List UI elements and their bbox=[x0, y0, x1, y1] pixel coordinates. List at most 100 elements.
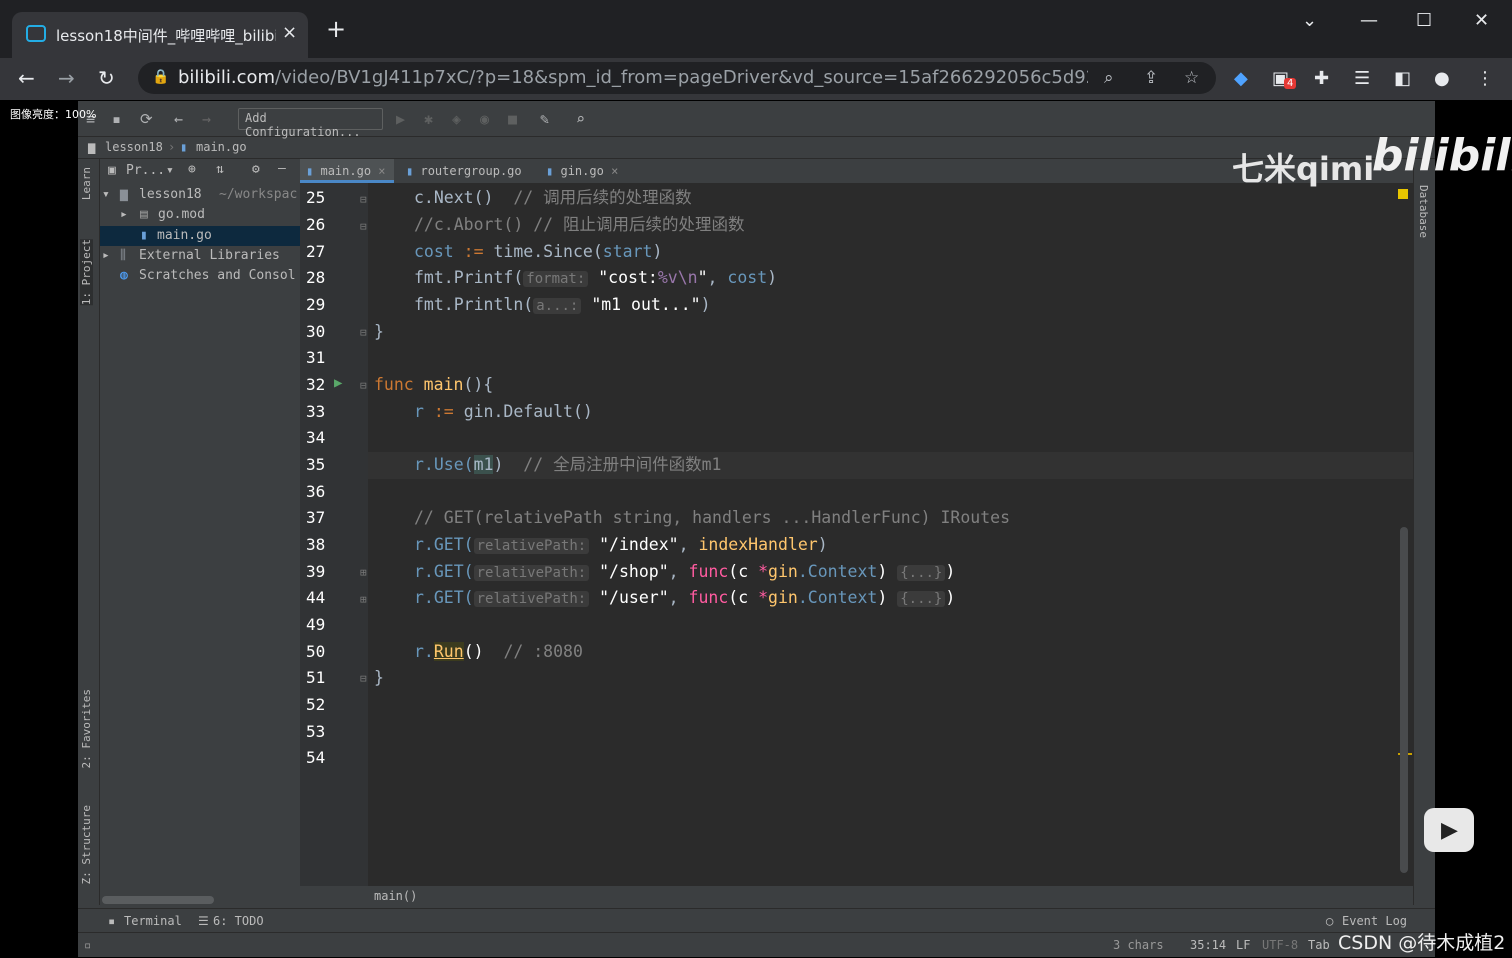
favorites-tool-tab[interactable]: 2: Favorites bbox=[80, 689, 93, 768]
url-host: bilibili.com bbox=[178, 67, 276, 88]
horizontal-scrollbar[interactable] bbox=[102, 896, 214, 904]
tree-item-scratches[interactable]: ◍ Scratches and Consol bbox=[100, 266, 300, 286]
tree-item-lesson18[interactable]: ▾ ▆ lesson18 ~/workspac bbox=[100, 185, 300, 205]
nav-back-icon[interactable]: ← bbox=[174, 110, 183, 128]
project-panel-header: ▣ Pr... ▾ ⊕ ⇅ ⚙ — bbox=[100, 159, 300, 183]
folder-icon: ▆ bbox=[88, 140, 96, 154]
collapsed-arrow-icon[interactable]: ▸ bbox=[102, 246, 110, 266]
close-window-icon[interactable]: ✕ bbox=[1474, 10, 1489, 31]
line-number: 25 bbox=[306, 188, 326, 207]
reload-icon[interactable]: ↻ bbox=[98, 66, 115, 90]
tree-item-main-go[interactable]: ▮ main.go bbox=[100, 225, 300, 246]
indent-setting[interactable]: Tab bbox=[1308, 938, 1330, 952]
project-icon: ▣ bbox=[108, 163, 116, 178]
collapse-icon[interactable]: ⇅ bbox=[216, 162, 224, 177]
fold-icon[interactable]: ⊞ bbox=[360, 593, 367, 606]
function-breadcrumb[interactable]: main() bbox=[368, 886, 1413, 908]
wrench-icon[interactable]: ✎ bbox=[540, 110, 549, 128]
menu-kebab-icon[interactable]: ⋮ bbox=[1476, 68, 1494, 89]
minimize-icon[interactable]: — bbox=[1360, 10, 1378, 31]
breadcrumb-project[interactable]: lesson18 bbox=[105, 140, 163, 154]
todo-tab[interactable]: 6: TODO bbox=[213, 914, 264, 928]
puzzle-icon[interactable]: ✚ bbox=[1314, 68, 1329, 89]
tab-close-icon[interactable]: × bbox=[282, 22, 297, 43]
line-number: 36 bbox=[306, 482, 326, 501]
url-text[interactable]: bilibili.com/video/BV1gJ411p7xC/?p=18&sp… bbox=[178, 67, 1088, 88]
sync-icon[interactable]: ⟳ bbox=[140, 110, 153, 128]
event-log-tab[interactable]: Event Log bbox=[1342, 914, 1407, 928]
omnibox[interactable]: 🔒 bilibili.com/video/BV1gJ411p7xC/?p=18&… bbox=[138, 62, 1216, 94]
diamond-extension-icon[interactable]: ◆ bbox=[1234, 68, 1248, 89]
fold-icon[interactable]: ⊟ bbox=[360, 220, 367, 233]
line-number: 26 bbox=[306, 215, 326, 234]
new-tab-button[interactable]: + bbox=[326, 17, 346, 41]
terminal-tab[interactable]: Terminal bbox=[124, 914, 182, 928]
tab-gin-go[interactable]: ▮ gin.go × bbox=[540, 159, 620, 183]
extension-icon[interactable]: ▣ 4 bbox=[1272, 68, 1297, 89]
browser-tab[interactable]: lesson18中间件_哔哩哔哩_bilibili × bbox=[12, 12, 308, 58]
project-tree: ▾ ▆ lesson18 ~/workspac ▸ ▤ go.mod ▮ mai… bbox=[100, 185, 300, 286]
side-panel-icon[interactable]: ◧ bbox=[1394, 68, 1411, 89]
tree-item-external-libraries[interactable]: ▸ ⫼ External Libraries bbox=[100, 246, 300, 266]
tree-item-go-mod[interactable]: ▸ ▤ go.mod bbox=[100, 205, 300, 225]
fold-icon[interactable]: ⊟ bbox=[360, 326, 367, 339]
back-icon[interactable]: ← bbox=[18, 66, 35, 90]
stop-icon[interactable]: ■ bbox=[508, 110, 517, 128]
line-number: 38 bbox=[306, 535, 326, 554]
breadcrumb-file[interactable]: main.go bbox=[196, 140, 247, 154]
fold-icon[interactable]: ⊞ bbox=[360, 566, 367, 579]
gopher-icon: ▮ bbox=[406, 164, 414, 178]
run-gutter-icon[interactable]: ▶ bbox=[334, 375, 342, 391]
project-view-selector[interactable]: Pr... bbox=[126, 163, 165, 178]
coverage-icon[interactable]: ◈ bbox=[452, 110, 461, 128]
tab-routergroup-go[interactable]: ▮ routergroup.go × bbox=[400, 159, 532, 202]
line-separator[interactable]: LF bbox=[1236, 938, 1250, 952]
line-number: 39 bbox=[306, 562, 326, 581]
settings-gear-icon[interactable]: ⚙ bbox=[252, 162, 260, 177]
line-number: 50 bbox=[306, 642, 326, 661]
inspection-status-icon[interactable] bbox=[1398, 189, 1408, 199]
caret-position[interactable]: 35:14 bbox=[1190, 938, 1226, 952]
tree-label: go.mod bbox=[158, 207, 205, 223]
expanded-arrow-icon[interactable]: ▾ bbox=[102, 185, 110, 205]
reading-list-icon[interactable]: ☰ bbox=[1354, 68, 1370, 89]
tab-close-icon[interactable]: × bbox=[378, 164, 385, 178]
nav-forward-icon[interactable]: → bbox=[202, 110, 211, 128]
code-editor[interactable]: c.Next() // 调用后续的处理函数 //c.Abort() // 阻止调… bbox=[368, 183, 1413, 886]
debug-icon[interactable]: ✱ bbox=[424, 110, 433, 128]
locate-icon[interactable]: ⊕ bbox=[188, 162, 196, 177]
line-number: 44 bbox=[306, 588, 326, 607]
structure-tool-tab[interactable]: Z: Structure bbox=[80, 805, 93, 884]
profile-run-icon[interactable]: ◉ bbox=[480, 110, 489, 128]
bilibili-tv-play-icon[interactable]: ▶ bbox=[1424, 808, 1474, 852]
code-line: r := gin.Default() bbox=[414, 402, 593, 421]
left-tool-strip: Learn 1: Project 2: Favorites Z: Structu… bbox=[78, 159, 100, 905]
code-line: // GET(relativePath string, handlers ...… bbox=[414, 508, 1011, 527]
add-configuration-button[interactable]: Add Configuration... bbox=[238, 108, 383, 139]
search-icon[interactable]: ⌕ bbox=[576, 110, 585, 128]
tab-search-chevron-icon[interactable]: ⌄ bbox=[1302, 10, 1317, 31]
forward-icon[interactable]: → bbox=[58, 66, 75, 90]
tab-main-go[interactable]: ▮ main.go × bbox=[300, 159, 394, 183]
collapsed-arrow-icon[interactable]: ▸ bbox=[120, 205, 128, 225]
file-encoding[interactable]: UTF-8 bbox=[1262, 938, 1298, 952]
save-icon[interactable]: ▪ bbox=[112, 110, 121, 128]
bookmark-star-icon[interactable]: ☆ bbox=[1184, 68, 1199, 88]
profile-icon[interactable]: ● bbox=[1434, 68, 1450, 89]
vertical-scrollbar[interactable] bbox=[1400, 527, 1408, 873]
learn-tool-tab[interactable]: Learn bbox=[80, 167, 93, 200]
dropdown-icon[interactable]: ▾ bbox=[166, 163, 174, 178]
gopher-icon: ▮ bbox=[546, 164, 554, 178]
zoom-icon[interactable]: ⌕ bbox=[1104, 68, 1114, 88]
maximize-icon[interactable]: ☐ bbox=[1416, 10, 1432, 31]
fold-icon[interactable]: ⊟ bbox=[360, 193, 367, 206]
run-icon[interactable]: ▶ bbox=[396, 110, 405, 128]
hide-icon[interactable]: — bbox=[278, 161, 286, 176]
layout-icon[interactable]: ▫ bbox=[84, 938, 91, 952]
fold-icon[interactable]: ⊟ bbox=[360, 379, 367, 392]
tab-close-icon[interactable]: × bbox=[611, 164, 618, 178]
project-tool-tab[interactable]: 1: Project bbox=[80, 239, 93, 306]
share-icon[interactable]: ⇪ bbox=[1144, 68, 1158, 88]
fold-icon[interactable]: ⊟ bbox=[360, 672, 367, 685]
database-tool-tab[interactable]: Database bbox=[1417, 185, 1430, 238]
